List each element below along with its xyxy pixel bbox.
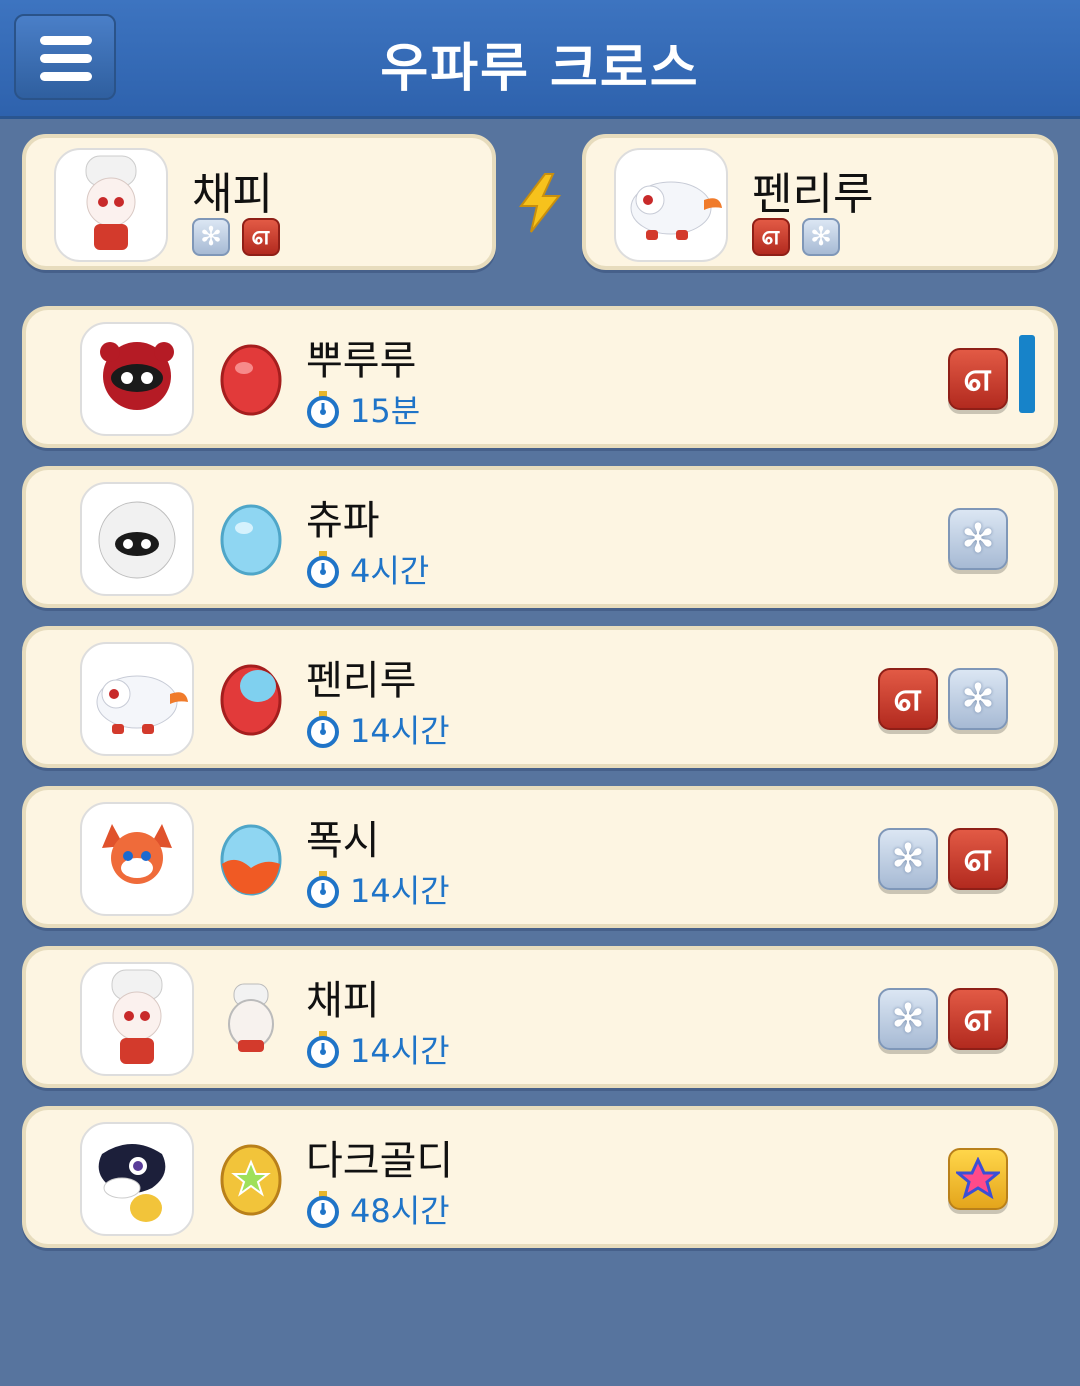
lightning-icon	[519, 173, 562, 233]
timer-icon	[307, 1191, 339, 1228]
breeding-time: 15분	[350, 392, 421, 430]
breeding-time: 4시간	[350, 552, 430, 590]
breeding-time: 14시간	[350, 712, 450, 750]
egg-icon	[220, 344, 282, 416]
flame-swirl-icon: ௭	[948, 828, 1008, 890]
parent-card-right[interactable]: 펜리루 ௭ ✻	[582, 134, 1058, 270]
flame-swirl-icon: ௭	[878, 668, 938, 730]
dark-goldy-avatar	[80, 1122, 194, 1236]
snowflake-icon: ✻	[192, 218, 230, 256]
breeding-time: 48시간	[350, 1192, 450, 1230]
rainbow-star-icon	[948, 1148, 1008, 1210]
breeding-time: 14시간	[350, 872, 450, 910]
egg-icon	[220, 1144, 282, 1216]
egg-icon	[220, 824, 282, 896]
chef-egg-icon	[228, 983, 274, 1052]
parent-name: 채피	[192, 169, 273, 220]
fenriru-avatar	[614, 148, 728, 262]
monster-name: 뿌루루	[306, 338, 417, 384]
timer-icon	[307, 711, 339, 748]
monster-name: 펜리루	[306, 658, 417, 704]
flame-swirl-icon: ௭	[242, 218, 280, 256]
egg-icon	[220, 664, 282, 736]
snowflake-icon: ✻	[948, 508, 1008, 570]
result-row[interactable]: 뿌루루 15분 ௭	[22, 306, 1058, 448]
flame-swirl-icon: ௭	[948, 988, 1008, 1050]
result-row[interactable]: 채피 14시간 ✻ ௭	[22, 946, 1058, 1088]
monster-name: 다크골디	[306, 1138, 454, 1184]
result-row[interactable]: 츄파 4시간 ✻	[22, 466, 1058, 608]
timer-icon	[307, 391, 339, 428]
chappy-avatar	[80, 962, 194, 1076]
app-header: 우파루 크로스	[0, 0, 1080, 119]
timer-icon	[307, 1031, 339, 1068]
parent-name: 펜리루	[752, 169, 874, 220]
chupa-avatar	[80, 482, 194, 596]
snowflake-icon: ✻	[878, 988, 938, 1050]
pururu-avatar	[80, 322, 194, 436]
timer-icon	[307, 551, 339, 588]
egg-icon	[220, 504, 282, 576]
snowflake-icon: ✻	[948, 668, 1008, 730]
chappy-avatar	[54, 148, 168, 262]
snowflake-icon: ✻	[802, 218, 840, 256]
page-title: 우파루 크로스	[380, 39, 700, 99]
result-row[interactable]: 펜리루 14시간 ௭ ✻	[22, 626, 1058, 768]
timer-icon	[307, 871, 339, 908]
monster-name: 츄파	[306, 498, 380, 544]
flame-swirl-icon: ௭	[948, 348, 1008, 410]
fenriru-avatar	[80, 642, 194, 756]
monster-name: 폭시	[306, 818, 380, 864]
result-row[interactable]: 다크골디 48시간	[22, 1106, 1058, 1248]
result-row[interactable]: 폭시 14시간 ✻ ௭	[22, 786, 1058, 928]
foxy-avatar	[80, 802, 194, 916]
breeding-time: 14시간	[350, 1032, 450, 1070]
scrollbar[interactable]	[1019, 335, 1035, 413]
parent-card-left[interactable]: 채피 ✻ ௭	[22, 134, 496, 270]
flame-swirl-icon: ௭	[752, 218, 790, 256]
snowflake-icon: ✻	[878, 828, 938, 890]
monster-name: 채피	[306, 978, 380, 1024]
